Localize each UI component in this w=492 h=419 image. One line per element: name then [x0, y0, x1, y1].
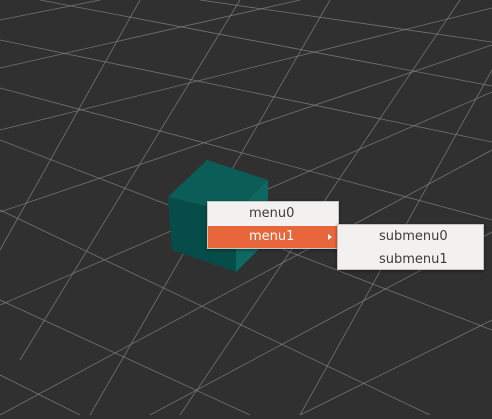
grid-line — [0, 39, 492, 143]
menu-item-label: menu1 — [249, 229, 295, 244]
grid-line — [39, 0, 492, 87]
menu-item-label: submenu0 — [379, 229, 448, 244]
menu-item-menu0[interactable]: menu0 — [208, 203, 338, 225]
grid-line — [0, 0, 301, 69]
submenu-arrow-icon — [328, 234, 332, 240]
grid-line — [0, 374, 81, 416]
grid-line — [0, 0, 101, 21]
menu-item-menu1[interactable]: menu1 — [208, 226, 338, 248]
grid-line — [199, 0, 492, 43]
menu-item-label: submenu1 — [379, 252, 448, 267]
submenu: submenu0 submenu1 — [337, 224, 484, 270]
context-menu: menu0 menu1 — [207, 201, 339, 249]
menu-item-label: menu0 — [249, 206, 295, 221]
menu-item-submenu1[interactable]: submenu1 — [338, 249, 483, 271]
grid-line — [0, 7, 492, 131]
menu-item-submenu0[interactable]: submenu0 — [338, 226, 483, 248]
grid-line — [0, 299, 251, 416]
grid-line — [299, 319, 492, 416]
